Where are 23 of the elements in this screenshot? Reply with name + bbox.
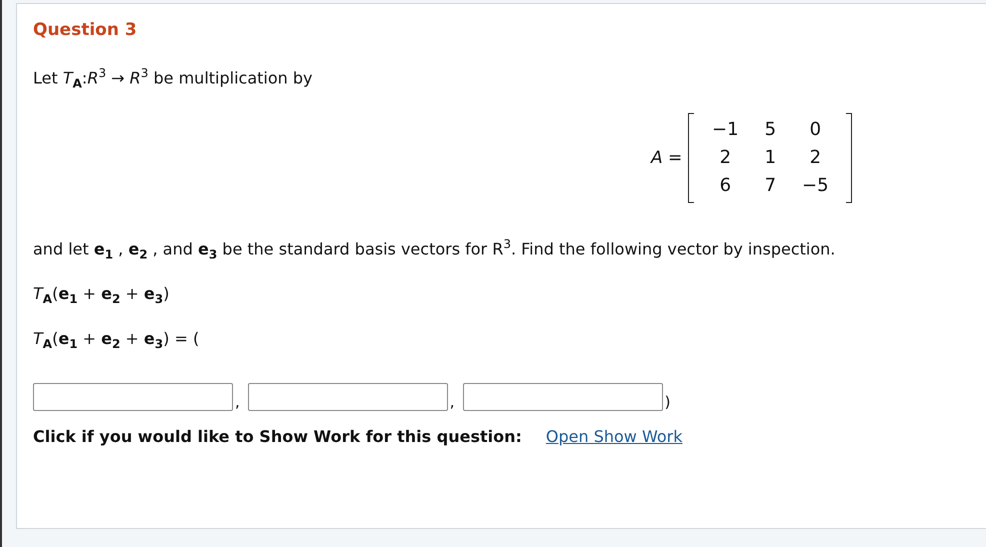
separator-text: ,: [450, 393, 455, 412]
answer-field[interactable]: [33, 383, 233, 412]
question-text: and let e$_{1}$ , e$_{2}$ , and e$_{3}$ be the standard basis vectors for R$^{3}$. Find the following vector by inspection.: [33, 236, 836, 264]
show-work-label: Click if you would like to Show Work for this question:: [33, 427, 522, 446]
matrix-entry: −1: [711, 118, 740, 142]
matrix-entry: 1: [764, 146, 778, 170]
math-expression: T$_{A}$(e$_{1}$ + e$_{2}$ + e$_{3}$): [33, 283, 170, 308]
matrix-entry: 7: [764, 174, 778, 198]
answer-field[interactable]: [248, 383, 448, 412]
answer-prompt: T$_{A}$(e$_{1}$ + e$_{2}$ + e$_{3}$) = (: [33, 328, 200, 354]
matrix-entry: 2: [808, 146, 822, 170]
matrix-label: A =: [651, 148, 682, 168]
answer-field[interactable]: [462, 383, 663, 412]
question-text: Let T$_{A}$:R$^{3}$ → R$^{3}$ be multiplication by: [33, 65, 314, 93]
matrix-entry: 0: [808, 118, 822, 142]
open-show-work-link[interactable]: Open Show Work: [546, 427, 682, 446]
separator-text: ): [664, 393, 670, 412]
matrix-entry: 6: [718, 174, 732, 198]
matrix-entry: 5: [764, 118, 778, 142]
matrix-entry: 2: [718, 146, 732, 170]
question-title: Question 3: [33, 20, 138, 40]
separator-text: ,: [235, 393, 240, 412]
matrix-entry: −5: [801, 174, 830, 198]
